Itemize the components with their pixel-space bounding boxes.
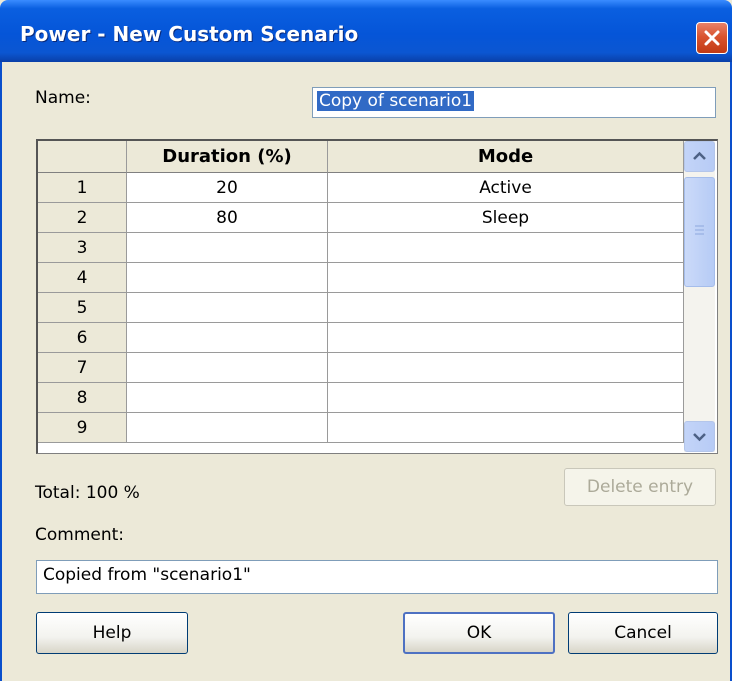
chevron-up-icon: [693, 151, 706, 160]
duration-cell[interactable]: 80: [127, 203, 328, 233]
help-button[interactable]: Help: [36, 612, 188, 654]
duration-cell[interactable]: [127, 353, 328, 383]
cancel-button[interactable]: Cancel: [568, 612, 718, 654]
grip-icon: [695, 225, 704, 235]
mode-cell[interactable]: [328, 353, 684, 383]
duration-column-header[interactable]: Duration (%): [127, 141, 328, 173]
scroll-down-button[interactable]: [684, 421, 715, 452]
name-input-value: Copy of scenario1: [317, 91, 475, 111]
close-button[interactable]: [696, 22, 728, 54]
mode-column-header[interactable]: Mode: [328, 141, 684, 173]
row-number: 4: [38, 263, 127, 293]
mode-cell[interactable]: [328, 323, 684, 353]
ok-button[interactable]: OK: [403, 612, 555, 654]
mode-cell[interactable]: [328, 383, 684, 413]
mode-cell[interactable]: Active: [328, 173, 684, 203]
duration-cell[interactable]: 20: [127, 173, 328, 203]
row-number: 6: [38, 323, 127, 353]
mode-cell[interactable]: [328, 293, 684, 323]
comment-input[interactable]: Copied from "scenario1": [36, 560, 718, 594]
scenario-table[interactable]: Duration (%) Mode 1 20 Active 2 80 Sleep 3 4 5 6 7…: [36, 139, 718, 454]
delete-entry-button[interactable]: Delete entry: [564, 468, 716, 506]
row-number: 7: [38, 353, 127, 383]
mode-cell[interactable]: [328, 233, 684, 263]
window-title: Power - New Custom Scenario: [20, 22, 359, 46]
close-icon: [704, 30, 720, 46]
name-label: Name:: [35, 88, 91, 108]
title-bar[interactable]: Power - New Custom Scenario: [0, 0, 732, 62]
duration-cell[interactable]: [127, 383, 328, 413]
scroll-thumb[interactable]: [684, 177, 715, 287]
row-number: 3: [38, 233, 127, 263]
duration-cell[interactable]: [127, 293, 328, 323]
mode-cell[interactable]: [328, 413, 684, 443]
row-number: 9: [38, 413, 127, 443]
mode-cell[interactable]: Sleep: [328, 203, 684, 233]
comment-label: Comment:: [35, 525, 125, 545]
duration-cell[interactable]: [127, 263, 328, 293]
total-label: Total: 100 %: [35, 483, 140, 503]
row-number: 1: [38, 173, 127, 203]
row-number-header: [38, 141, 127, 173]
name-input[interactable]: Copy of scenario1: [312, 87, 716, 118]
duration-cell[interactable]: [127, 413, 328, 443]
duration-cell[interactable]: [127, 233, 328, 263]
duration-cell[interactable]: [127, 323, 328, 353]
scroll-up-button[interactable]: [684, 141, 715, 172]
row-number: 8: [38, 383, 127, 413]
row-number: 5: [38, 293, 127, 323]
mode-cell[interactable]: [328, 263, 684, 293]
table-vertical-scrollbar[interactable]: [684, 141, 715, 452]
row-number: 2: [38, 203, 127, 233]
chevron-down-icon: [693, 433, 706, 442]
